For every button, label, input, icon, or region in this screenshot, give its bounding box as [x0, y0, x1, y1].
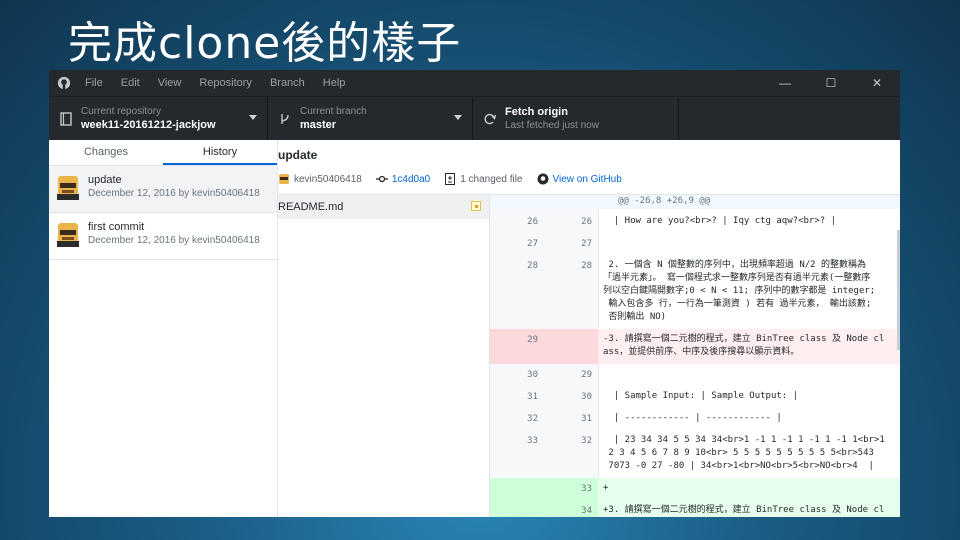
old-line-number: 28: [527, 261, 538, 271]
current-branch-value: master: [300, 119, 337, 131]
new-line-number: 26: [581, 217, 592, 227]
old-line-number: 33: [527, 436, 538, 446]
new-line-number: 34: [581, 506, 592, 516]
diff-line: 28 28 2. 一個含 N 個整數的序列中，出現頻率超過 N/2 的整數稱為 「…: [490, 255, 900, 329]
code-text: +: [603, 483, 609, 493]
code-text: | Sample Input: | Sample Output: |: [603, 391, 799, 401]
history-sidebar: Changes History update December 12, 2016…: [49, 140, 278, 517]
current-branch-button[interactable]: Current branch master: [268, 97, 473, 140]
changed-files-list: README.md: [278, 195, 490, 517]
old-line-number: 31: [527, 392, 538, 402]
menu-repository[interactable]: Repository: [199, 77, 252, 89]
maximize-button[interactable]: ☐: [808, 76, 854, 90]
diff-line: 27 27: [490, 233, 900, 255]
sidebar-tabs: Changes History: [49, 140, 277, 166]
diff-hunk-header: @@ -26,8 +26,9 @@: [490, 195, 900, 209]
diff-line: 30 29: [490, 364, 900, 386]
old-line-number: 32: [527, 414, 538, 424]
code-text: 2. 一個含 N 個整數的序列中，出現頻率超過 N/2 的整數稱為 「過半元素」…: [603, 260, 876, 322]
sync-icon: [484, 113, 497, 124]
commit-item[interactable]: first commit December 12, 2016 by kevin5…: [49, 213, 277, 260]
commit-icon: [375, 175, 388, 183]
github-desktop-window: File Edit View Repository Branch Help — …: [49, 70, 900, 517]
commit-item[interactable]: update December 12, 2016 by kevin5040641…: [49, 166, 277, 213]
commit-meta-row: kevin50406418 1c4d0a0 1 changed file Vie…: [278, 173, 622, 185]
line-gutter: [490, 329, 598, 364]
commit-meta: December 12, 2016 by kevin50406418: [88, 235, 260, 246]
commit-meta: December 12, 2016 by kevin50406418: [88, 188, 260, 199]
slide-title: 完成clone後的樣子: [68, 18, 462, 69]
new-line-number: 32: [581, 436, 592, 446]
fetch-origin-button[interactable]: Fetch origin Last fetched just now: [473, 97, 679, 140]
view-on-github-link[interactable]: View on GitHub: [553, 174, 622, 185]
diff-line: 34 +3. 請撰寫一個二元樹的程式，建立 BinTree class 及 Nod…: [490, 500, 900, 517]
current-repository-value: week11-20161212-jackjow: [81, 119, 216, 131]
menu-file[interactable]: File: [85, 77, 103, 89]
file-name: README.md: [278, 201, 344, 213]
menu-branch[interactable]: Branch: [270, 77, 305, 89]
new-line-number: 28: [581, 261, 592, 271]
old-line-number: 27: [527, 239, 538, 249]
avatar: [57, 223, 79, 247]
diff-line: 33 32 | 23 34 34 5 5 34 34<br>1 -1 1 -1 1…: [490, 430, 900, 478]
chevron-down-icon: [249, 115, 257, 120]
commit-detail-header: update kevin50406418 1c4d0a0 1 changed f…: [278, 140, 900, 195]
current-branch-label: Current branch: [300, 106, 367, 117]
toolbar: Current repository week11-20161212-jackj…: [49, 96, 900, 140]
author-name: kevin50406418: [294, 173, 362, 185]
repo-icon: [60, 111, 72, 126]
old-line-number: 26: [527, 217, 538, 227]
new-line-number: 30: [581, 392, 592, 402]
menu-bar: File Edit View Repository Branch Help — …: [49, 70, 900, 96]
diff-line: 26 26 | How are you?<br>? | Iqy ctg aqw?<…: [490, 211, 900, 233]
new-line-number: 29: [581, 370, 592, 380]
commit-title: first commit: [88, 221, 145, 233]
old-line-number: 30: [527, 370, 538, 380]
tab-history[interactable]: History: [163, 140, 277, 165]
new-line-number: 27: [581, 239, 592, 249]
new-line-number: 31: [581, 414, 592, 424]
diff-line: 31 30 | Sample Input: | Sample Output: |: [490, 386, 900, 408]
close-button[interactable]: ✕: [854, 76, 900, 90]
commit-sha[interactable]: 1c4d0a0: [392, 174, 430, 185]
commit-detail-title: update: [278, 148, 318, 162]
scrollbar[interactable]: [897, 230, 900, 350]
file-item[interactable]: README.md: [278, 195, 489, 219]
menu-help[interactable]: Help: [323, 77, 346, 89]
code-text: -3. 請撰寫一個二元樹的程式，建立 BinTree class 及 Node …: [603, 334, 885, 357]
modified-status-icon: [471, 201, 481, 211]
file-diff-icon: [445, 173, 456, 185]
tab-changes[interactable]: Changes: [49, 140, 163, 165]
github-logo-icon: [57, 76, 71, 90]
code-text: +3. 請撰寫一個二元樹的程式，建立 BinTree class 及 Node …: [603, 505, 885, 515]
avatar: [279, 174, 289, 184]
code-text: | How are you?<br>? | Iqy ctg aqw?<br>? …: [603, 216, 836, 226]
old-line-number: 29: [527, 335, 538, 345]
changed-files-count: 1 changed file: [460, 173, 523, 185]
diff-view: @@ -26,8 +26,9 @@ 26 26 | How are you?<br…: [490, 195, 900, 517]
code-text: | 23 34 34 5 5 34 34<br>1 -1 1 -1 1 -1 1…: [608, 435, 885, 471]
diff-line: 33 +: [490, 478, 900, 500]
diff-line: 29 -3. 請撰寫一個二元樹的程式，建立 BinTree class 及 Nod…: [490, 329, 900, 364]
chevron-down-icon: [454, 115, 462, 120]
menu-edit[interactable]: Edit: [121, 77, 140, 89]
branch-icon: [281, 113, 289, 124]
minimize-button[interactable]: —: [762, 76, 808, 90]
github-logo-icon: [537, 173, 548, 185]
new-line-number: 33: [581, 484, 592, 494]
diff-line: 32 31 | ------------ | ------------ |: [490, 408, 900, 430]
code-text: | ------------ | ------------ |: [603, 413, 782, 423]
current-repository-label: Current repository: [81, 106, 162, 117]
avatar: [57, 176, 79, 200]
current-repository-button[interactable]: Current repository week11-20161212-jackj…: [49, 97, 268, 140]
last-fetched-text: Last fetched just now: [505, 120, 599, 131]
menu-view[interactable]: View: [158, 77, 182, 89]
fetch-origin-label: Fetch origin: [505, 106, 568, 118]
commit-title: update: [88, 174, 122, 186]
